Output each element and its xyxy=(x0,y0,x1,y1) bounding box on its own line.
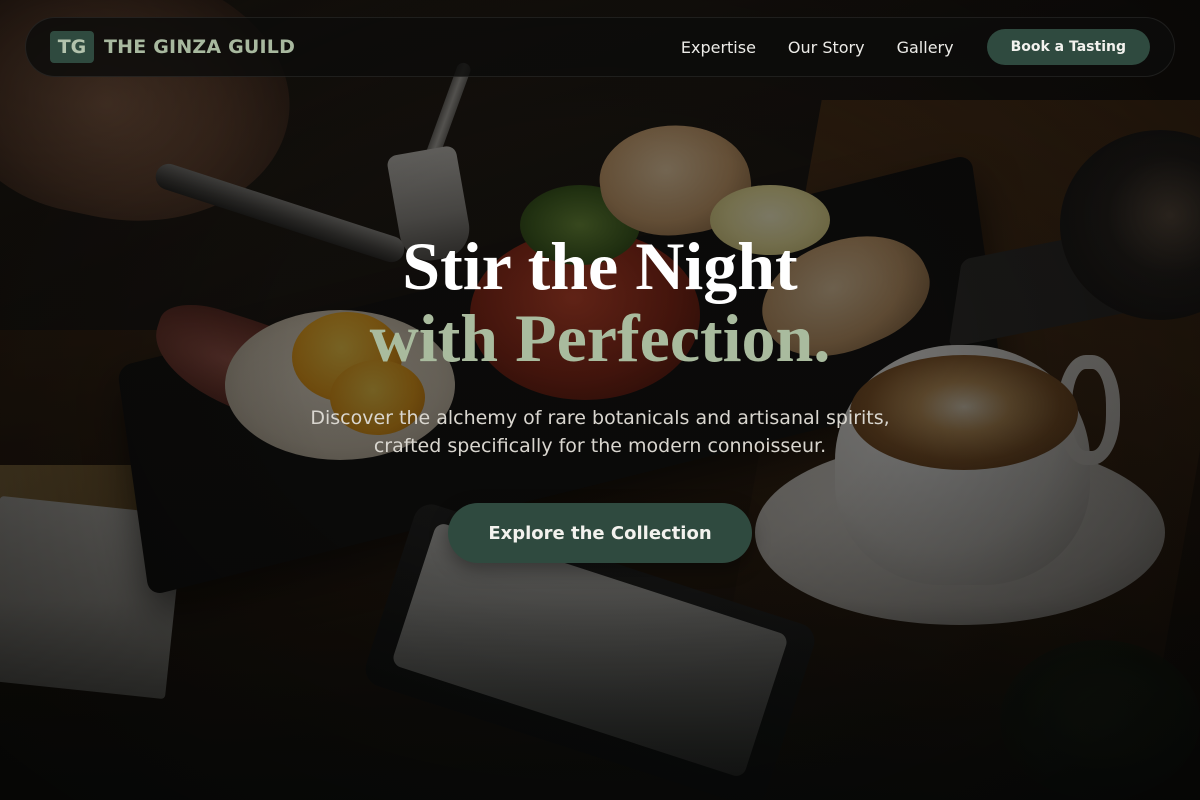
hero-section: TG THE GINZA GUILD Expertise Our Story G… xyxy=(0,0,1200,800)
hero-headline: Stir the Night with Perfection. xyxy=(0,230,1200,374)
nav-link-gallery[interactable]: Gallery xyxy=(897,38,954,57)
nav-link-expertise[interactable]: Expertise xyxy=(681,38,756,57)
book-tasting-button[interactable]: Book a Tasting xyxy=(986,29,1150,65)
hero-subtitle: Discover the alchemy of rare botanicals … xyxy=(310,407,890,457)
explore-collection-button[interactable]: Explore the Collection xyxy=(448,503,752,563)
brand-name: THE GINZA GUILD xyxy=(104,36,296,58)
logo-mark: TG xyxy=(50,31,94,63)
nav-links: Expertise Our Story Gallery Book a Tasti… xyxy=(681,29,1150,65)
navbar: TG THE GINZA GUILD Expertise Our Story G… xyxy=(25,17,1175,77)
headline-line-1: Stir the Night xyxy=(402,228,798,304)
nav-link-our-story[interactable]: Our Story xyxy=(788,38,865,57)
headline-line-2: with Perfection. xyxy=(369,300,831,376)
hero-content: Stir the Night with Perfection. Discover… xyxy=(0,230,1200,563)
brand-logo-link[interactable]: TG THE GINZA GUILD xyxy=(50,31,295,63)
